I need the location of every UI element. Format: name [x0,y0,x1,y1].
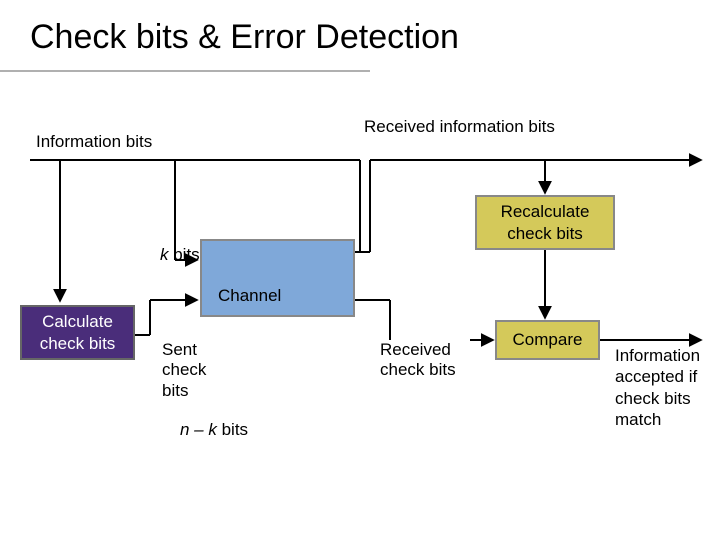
k-bits-text: bits [169,245,200,264]
label-sent-check-bits: Sent check bits [162,340,222,401]
n-k-italic: n – k [180,420,217,439]
box-compare: Compare [495,320,600,360]
label-k-bits: k bits [160,245,200,265]
label-information-bits: Information bits [36,132,152,152]
n-k-text: bits [217,420,248,439]
k-italic: k [160,245,169,264]
title-underline [0,70,370,72]
box-recalculate: Recalculate check bits [475,195,615,250]
label-received-info-bits: Received information bits [364,117,555,137]
label-channel: Channel [218,286,281,306]
label-received-check-bits: Received check bits [380,340,470,381]
page-title: Check bits & Error Detection [30,18,459,57]
label-info-accepted: Information accepted if check bits match [615,345,715,430]
box-calculate: Calculate check bits [20,305,135,360]
label-n-minus-k: n – k bits [180,420,248,440]
diagram-arrows [0,0,720,540]
